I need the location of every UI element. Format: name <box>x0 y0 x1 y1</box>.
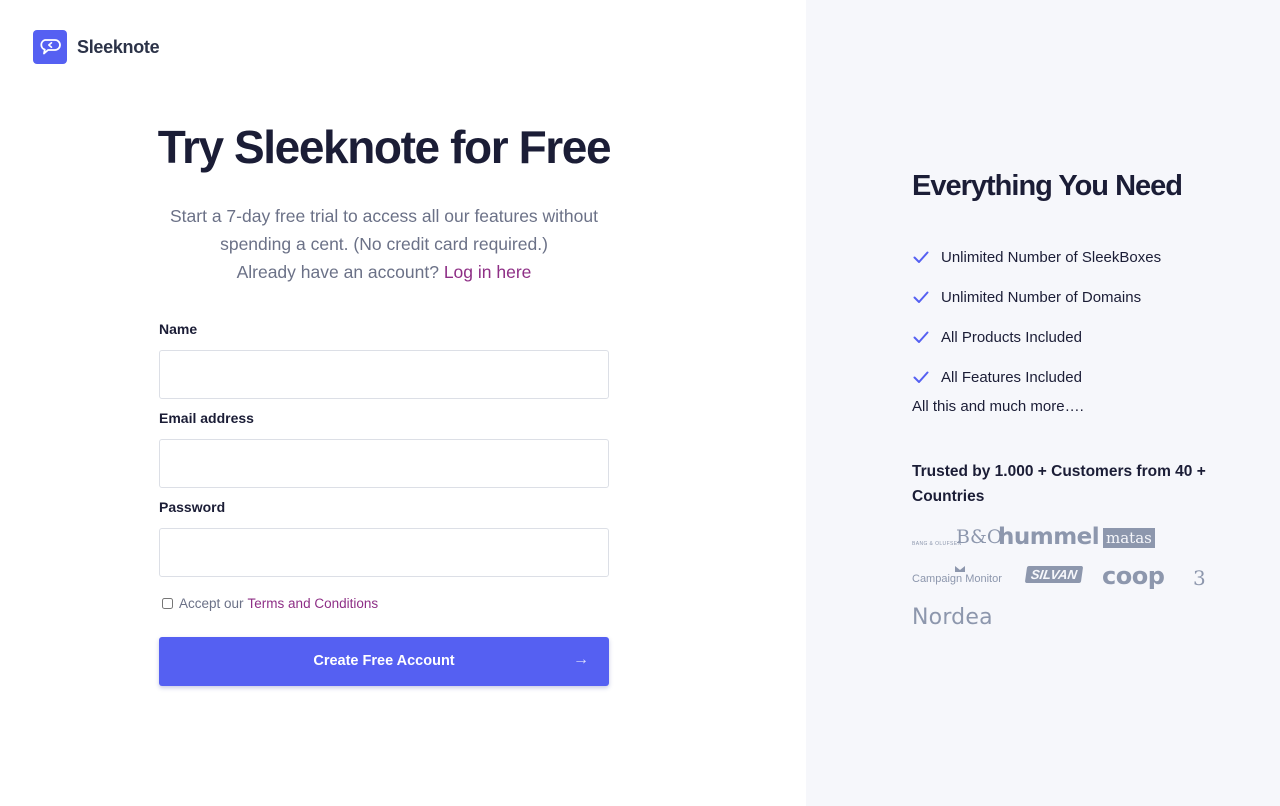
page-title: Try Sleeknote for Free <box>157 121 612 173</box>
bang-olufsen-logo: BANG & OLUFSEN B&O <box>912 526 1002 550</box>
password-input[interactable] <box>159 528 609 577</box>
create-account-label: Create Free Account <box>313 653 455 669</box>
signup-panel: Sleeknote Try Sleeknote for Free Start a… <box>0 0 806 806</box>
name-label: Name <box>159 321 198 337</box>
logo-text: Sleeknote <box>77 36 160 57</box>
feature-list: Unlimited Number of SleekBoxes Unlimited… <box>912 237 1161 397</box>
matas-logo: matas <box>1103 528 1155 548</box>
three-logo: 3 <box>1193 566 1206 590</box>
check-icon <box>913 331 929 343</box>
benefits-panel: Everything You Need Unlimited Number of … <box>806 0 1280 806</box>
terms-checkbox[interactable] <box>162 598 173 609</box>
trusted-heading: Trusted by 1.000 + Customers from 40 + C… <box>912 463 1206 505</box>
campaign-monitor-crown-icon <box>955 566 965 572</box>
feature-label: Unlimited Number of SleekBoxes <box>941 248 1162 266</box>
check-icon <box>913 291 929 303</box>
check-icon <box>913 251 929 263</box>
password-label: Password <box>159 499 226 515</box>
benefits-title: Everything You Need <box>912 170 1183 202</box>
terms-link[interactable]: Terms and Conditions <box>248 596 379 611</box>
name-input[interactable] <box>159 350 609 399</box>
email-label: Email address <box>159 410 254 426</box>
feature-item: Unlimited Number of SleekBoxes <box>912 237 1161 277</box>
login-prompt-line: Already have an account? Log in here <box>150 258 618 286</box>
bang-olufsen-wordmark: BANG & OLUFSEN <box>912 541 962 547</box>
sleeknote-logo[interactable]: Sleeknote <box>33 30 160 64</box>
subtitle-line-1: Start a 7-day free trial to access all o… <box>170 206 598 226</box>
feature-item: All Products Included <box>912 317 1161 357</box>
feature-item: Unlimited Number of Domains <box>912 277 1161 317</box>
check-icon <box>913 371 929 383</box>
feature-label: All Features Included <box>941 368 1082 386</box>
feature-label: All Products Included <box>941 328 1082 346</box>
chat-bubble-arrow-icon <box>33 30 67 64</box>
bo-monogram: B&O <box>956 526 1003 548</box>
hummel-logo: hummel <box>998 524 1100 550</box>
subtitle-line-2: spending a cent. (No credit card require… <box>220 234 548 254</box>
arrow-right-icon: → <box>573 651 589 668</box>
create-account-button[interactable]: Create Free Account → <box>159 637 609 686</box>
login-link[interactable]: Log in here <box>444 262 532 282</box>
email-input[interactable] <box>159 439 609 488</box>
campaign-monitor-wordmark: Campaign Monitor <box>912 573 1002 585</box>
silvan-logo: SILVAN <box>1024 566 1084 583</box>
login-prompt: Already have an account? <box>236 262 439 282</box>
feature-label: Unlimited Number of Domains <box>941 288 1142 306</box>
feature-item: All Features Included <box>912 357 1161 397</box>
coop-logo: coop <box>1102 562 1165 590</box>
terms-row: Accept our Terms and Conditions <box>162 596 378 611</box>
nordea-logo: Nordea <box>912 605 993 630</box>
campaign-monitor-logo: Campaign Monitor <box>912 566 1004 590</box>
terms-prefix: Accept our <box>179 596 244 611</box>
more-text: All this and much more…. <box>912 398 1084 415</box>
page-subtitle: Start a 7-day free trial to access all o… <box>150 202 618 286</box>
